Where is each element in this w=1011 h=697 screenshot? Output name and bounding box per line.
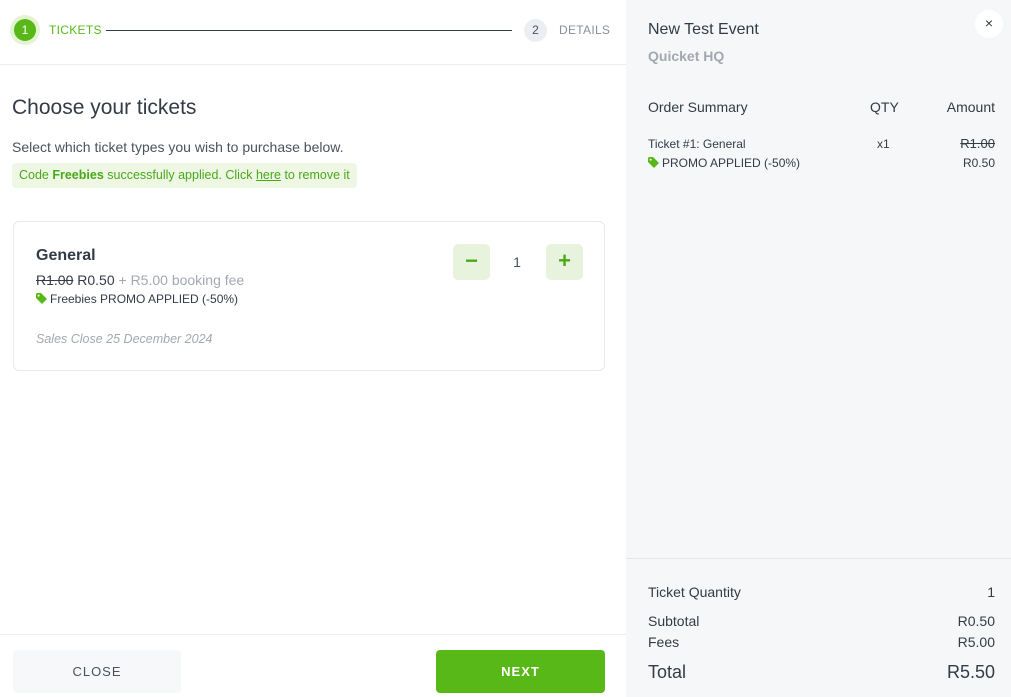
summary-line-new-amount: R0.50 [962, 156, 995, 170]
order-summary-panel: × New Test Event Quicket HQ Order Summar… [626, 0, 1011, 697]
footer-actions: CLOSE NEXT [0, 634, 626, 697]
close-icon[interactable]: × [975, 10, 1003, 38]
amount-column-header: Amount [946, 99, 995, 115]
step-1-number: 1 [14, 19, 36, 41]
ticket-old-price: R1.00 [36, 272, 74, 288]
summary-line-item: Ticket #1: General [648, 137, 746, 151]
summary-line-promo: PROMO APPLIED (-50%) [648, 156, 800, 171]
promo-notice-suffix: to remove it [280, 168, 350, 182]
sales-close-date: Sales Close 25 December 2024 [36, 332, 213, 346]
ticket-price: R1.00 R0.50 + R5.00 booking fee [36, 272, 244, 288]
summary-promo-text: PROMO APPLIED (-50%) [662, 156, 801, 170]
promo-notice-prefix: Code [19, 168, 53, 182]
promo-code-name: Freebies [52, 168, 104, 182]
ticket-selection-panel: 1 TICKETS 2 DETAILS Choose your tickets … [0, 0, 626, 697]
order-summary-heading: Order Summary [648, 99, 748, 115]
ticket-new-price: R0.50 [77, 272, 115, 288]
next-button[interactable]: NEXT [436, 650, 605, 693]
total-label: Total [648, 662, 687, 682]
fees-label: Fees [648, 634, 680, 650]
tag-icon [36, 293, 47, 307]
tag-icon [648, 157, 659, 171]
remove-promo-link[interactable]: here [256, 168, 281, 182]
page-title: Choose your tickets [12, 96, 197, 119]
ticket-booking-fee: + R5.00 booking fee [118, 272, 245, 288]
fees-value: R5.00 [957, 634, 995, 650]
ticket-promo: Freebies PROMO APPLIED (-50%) [36, 292, 238, 307]
summary-line-qty: x1 [877, 137, 890, 151]
event-venue: Quicket HQ [648, 48, 725, 64]
step-1-label[interactable]: TICKETS [49, 23, 102, 37]
ticket-quantity-total: 1 [987, 584, 995, 600]
checkout-stepper: 1 TICKETS 2 DETAILS [0, 0, 626, 65]
close-button[interactable]: CLOSE [13, 650, 181, 693]
step-2-number[interactable]: 2 [524, 19, 547, 42]
subtotal-value: R0.50 [957, 613, 995, 629]
subtotal-label: Subtotal [648, 613, 700, 629]
qty-column-header: QTY [870, 99, 899, 115]
event-title: New Test Event [648, 21, 759, 38]
decrease-quantity-button[interactable]: − [453, 244, 490, 280]
ticket-promo-text: Freebies PROMO APPLIED (-50%) [50, 292, 239, 306]
ticket-name: General [36, 247, 96, 264]
ticket-quantity-value: 1 [513, 254, 521, 270]
step-2-label[interactable]: DETAILS [559, 23, 610, 37]
increase-quantity-button[interactable]: + [546, 244, 583, 280]
total-value: R5.50 [946, 662, 995, 682]
promo-notice-middle: successfully applied. Click [103, 168, 256, 182]
step-1-indicator[interactable]: 1 [10, 15, 40, 45]
ticket-card-general: General R1.00 R0.50 + R5.00 booking fee … [13, 221, 605, 371]
stepper-connector [106, 30, 512, 31]
order-totals: Ticket Quantity 1 Subtotal R0.50 Fees R5… [626, 558, 1011, 697]
promo-code-notice: Code Freebies successfully applied. Clic… [12, 163, 357, 188]
page-subtitle: Select which ticket types you wish to pu… [12, 139, 344, 155]
ticket-quantity-label: Ticket Quantity [648, 584, 741, 600]
summary-line-old-amount: R1.00 [960, 136, 995, 151]
